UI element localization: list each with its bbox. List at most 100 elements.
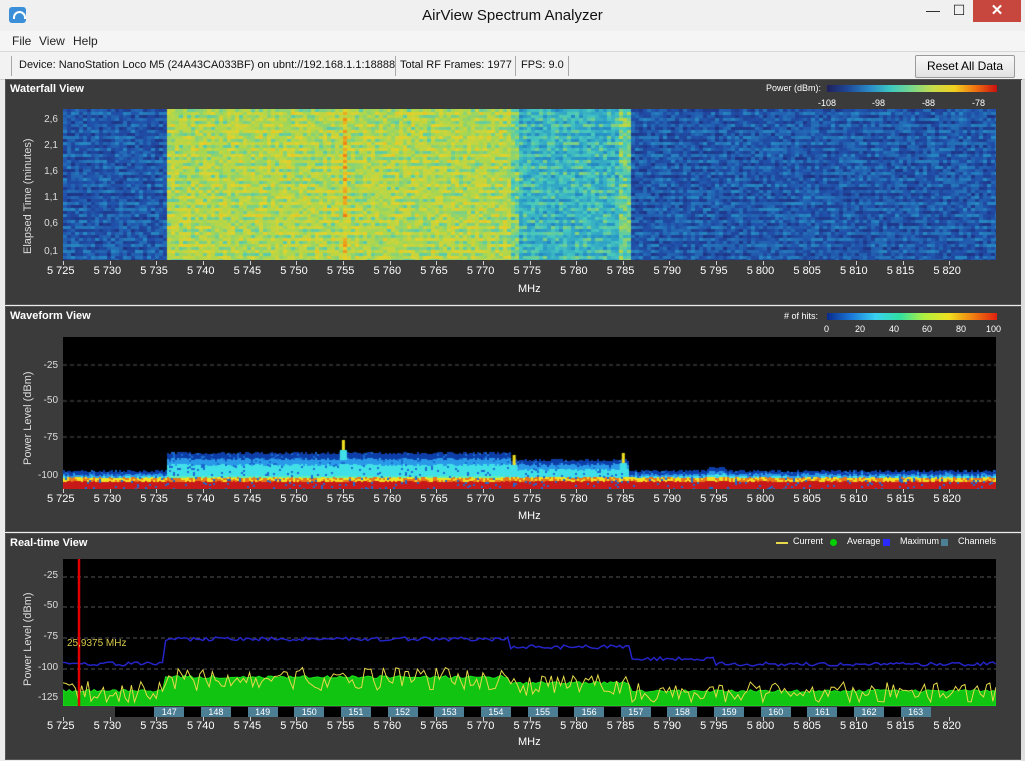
- waveform-y-label: Power Level (dBm): [22, 371, 34, 465]
- waveform-x-tick: 5 815: [886, 493, 915, 505]
- waterfall-x-tick: 5 815: [886, 265, 915, 277]
- realtime-title: Real-time View: [10, 537, 88, 549]
- channel-163[interactable]: 163: [900, 707, 931, 717]
- device-info: Device: NanoStation Loco M5 (24A43CA033B…: [19, 59, 396, 71]
- hits-legend-label: # of hits:: [784, 311, 819, 321]
- channel-162[interactable]: 162: [854, 707, 885, 717]
- channel-151[interactable]: 151: [340, 707, 371, 717]
- waveform-x-tick: 5 765: [420, 493, 448, 505]
- title-bar: AirView Spectrum Analyzer — ☐ ✕: [0, 0, 1025, 32]
- channel-154[interactable]: 154: [480, 707, 511, 717]
- waterfall-x-tick: 5 805: [793, 265, 821, 277]
- menu-file[interactable]: File: [12, 34, 31, 48]
- waterfall-x-tick: 5 790: [653, 265, 681, 277]
- waterfall-x-tick: 5 755: [326, 265, 355, 277]
- power-legend-tick: -108: [818, 98, 837, 108]
- waterfall-x-tick: 5 795: [700, 265, 728, 277]
- separator: [568, 56, 569, 76]
- waterfall-y-tick: 1,1: [44, 192, 58, 203]
- window-title: AirView Spectrum Analyzer: [422, 7, 603, 24]
- realtime-x-tick: 5 800: [746, 720, 775, 732]
- realtime-x-tick: 5 790: [653, 720, 681, 732]
- realtime-x-tick: 5 760: [373, 720, 402, 732]
- waveform-x-tick: 5 810: [840, 493, 868, 505]
- channel-159[interactable]: 159: [714, 707, 745, 717]
- legend-swatch-maximum: [883, 539, 890, 546]
- realtime-x-tick: 5 815: [886, 720, 915, 732]
- realtime-x-tick: 5 785: [606, 720, 635, 732]
- waterfall-x-tick: 5 725: [47, 265, 75, 277]
- waterfall-x-tick: 5 770: [466, 265, 495, 277]
- realtime-x-tick: 5 735: [140, 720, 168, 732]
- waterfall-x-tick: 5 730: [93, 265, 122, 277]
- hits-legend-tick: 20: [855, 324, 866, 334]
- waveform-x-tick: 5 790: [653, 493, 681, 505]
- hits-color-scale: [827, 313, 997, 320]
- waterfall-y-tick: 0,1: [44, 246, 58, 257]
- hits-legend-tick: 60: [922, 324, 933, 334]
- waterfall-plot[interactable]: [63, 109, 996, 260]
- realtime-x-tick: 5 810: [840, 720, 868, 732]
- waveform-title: Waveform View: [10, 310, 91, 322]
- menu-view[interactable]: View: [39, 34, 65, 48]
- maximize-button[interactable]: ☐: [944, 0, 974, 22]
- menu-help[interactable]: Help: [73, 34, 98, 48]
- realtime-y-tick: -50: [43, 600, 58, 611]
- realtime-x-tick: 5 745: [233, 720, 262, 732]
- device-bar: Device: NanoStation Loco M5 (24A43CA033B…: [0, 51, 1025, 80]
- legend-swatch-channels: [941, 539, 948, 546]
- waveform-x-tick: 5 780: [560, 493, 588, 505]
- channel-158[interactable]: 158: [667, 707, 698, 717]
- realtime-y-tick: -100: [37, 662, 58, 673]
- channel-153[interactable]: 153: [434, 707, 465, 717]
- realtime-x-tick: 5 730: [93, 720, 122, 732]
- window-scrollbar[interactable]: [1021, 80, 1025, 761]
- waveform-plot[interactable]: [63, 337, 996, 489]
- waveform-x-tick: 5 805: [793, 493, 821, 505]
- power-legend-tick: -78: [972, 98, 986, 108]
- waterfall-x-tick: 5 785: [606, 265, 635, 277]
- legend-label-current: Current: [793, 536, 824, 546]
- channel-161[interactable]: 161: [807, 707, 838, 717]
- realtime-x-tick: 5 780: [560, 720, 588, 732]
- power-legend-tick: -88: [922, 98, 936, 108]
- waterfall-x-tick: 5 750: [280, 265, 308, 277]
- legend-swatch-current: [776, 542, 788, 544]
- realtime-x-label: MHz: [518, 736, 541, 748]
- realtime-x-tick: 5 795: [700, 720, 728, 732]
- waterfall-x-tick: 5 780: [560, 265, 588, 277]
- realtime-y-tick: -125: [37, 692, 58, 703]
- power-legend-label: Power (dBm):: [766, 83, 822, 93]
- waterfall-y-tick: 0,6: [44, 218, 58, 229]
- channel-160[interactable]: 160: [760, 707, 791, 717]
- cursor-frequency-label: 25,9375 MHz: [67, 638, 127, 649]
- channel-149[interactable]: 149: [247, 707, 278, 717]
- channel-147[interactable]: 147: [154, 707, 185, 717]
- realtime-x-tick: 5 725: [47, 720, 75, 732]
- realtime-x-tick: 5 765: [420, 720, 448, 732]
- waveform-y-tick: -75: [43, 432, 58, 443]
- hits-legend-tick: 0: [824, 324, 830, 334]
- waveform-x-tick: 5 770: [466, 493, 495, 505]
- waveform-x-label: MHz: [518, 510, 541, 522]
- channel-157[interactable]: 157: [620, 707, 651, 717]
- realtime-plot[interactable]: [63, 559, 996, 706]
- channel-156[interactable]: 156: [574, 707, 605, 717]
- realtime-x-tick: 5 820: [933, 720, 961, 732]
- waveform-x-tick: 5 775: [513, 493, 542, 505]
- waveform-x-tick: 5 785: [606, 493, 635, 505]
- channel-150[interactable]: 150: [294, 707, 325, 717]
- legend-label-average: Average: [847, 536, 881, 546]
- waterfall-x-tick: 5 800: [746, 265, 775, 277]
- channel-155[interactable]: 155: [527, 707, 558, 717]
- channel-152[interactable]: 152: [387, 707, 418, 717]
- channel-148[interactable]: 148: [200, 707, 231, 717]
- fps-readout: FPS: 9.0: [521, 59, 564, 71]
- maximum-line: [63, 635, 996, 667]
- realtime-x-tick: 5 805: [793, 720, 821, 732]
- legend-label-channels: Channels: [958, 536, 997, 546]
- reset-all-data-button[interactable]: Reset All Data: [915, 55, 1015, 78]
- waveform-x-tick: 5 750: [280, 493, 308, 505]
- close-button[interactable]: ✕: [973, 0, 1021, 22]
- realtime-x-tick: 5 755: [326, 720, 355, 732]
